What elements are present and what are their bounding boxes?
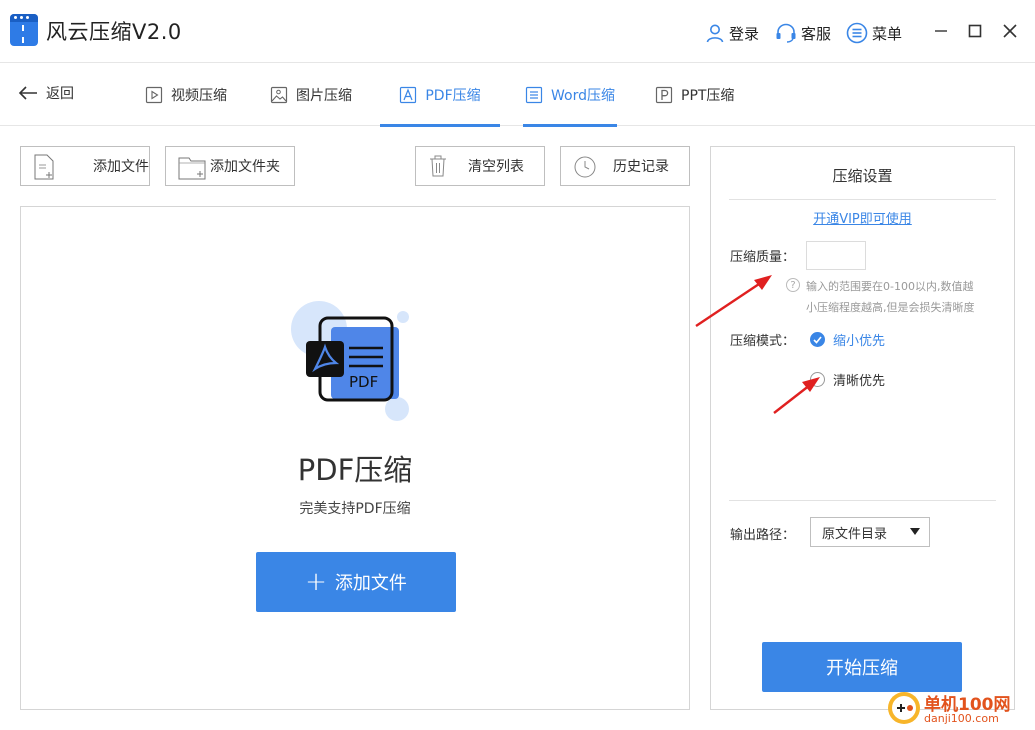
radio-checked-icon (810, 332, 825, 347)
word-icon (525, 86, 543, 103)
tab-label: PDF压缩 (425, 87, 481, 104)
active-tab-underline (523, 124, 617, 127)
mode-label-text: 缩小优先 (833, 334, 886, 349)
minimize-button[interactable] (930, 20, 952, 42)
add-file-big-button[interactable]: + 添加文件 (256, 552, 456, 612)
file-add-icon (34, 154, 54, 180)
file-drop-area[interactable]: PDF PDF压缩 完美支持PDF压缩 + 添加文件 (20, 206, 690, 710)
user-icon (706, 24, 724, 43)
headset-icon (776, 23, 796, 43)
menu-list-icon (846, 22, 868, 44)
tab-video-compress[interactable]: 视频压缩 (145, 63, 227, 126)
radio-unchecked-icon (810, 372, 825, 387)
mode-label-text: 清晰优先 (833, 374, 886, 389)
menu-label: 菜单 (872, 24, 903, 43)
add-file-label: 添加文件 (93, 159, 149, 175)
back-label: 返回 (46, 86, 74, 102)
clear-list-button[interactable]: 清空列表 (415, 146, 545, 186)
arrow-left-icon (18, 86, 37, 100)
menu-button[interactable]: 菜单 (846, 22, 902, 44)
pdf-document-illustration-icon: PDF (291, 301, 409, 421)
minimize-icon (935, 30, 947, 32)
drop-title: PDF压缩 (297, 453, 413, 487)
add-folder-label: 添加文件夹 (210, 159, 280, 175)
add-file-big-label: 添加文件 (334, 573, 407, 594)
output-path-select[interactable]: 原文件目录 (810, 517, 930, 547)
settings-title: 压缩设置 (832, 167, 893, 185)
watermark-logo-icon (888, 692, 920, 724)
ppt-icon (655, 86, 673, 103)
tab-image-compress[interactable]: 图片压缩 (270, 63, 352, 126)
vip-link[interactable]: 开通VIP即可使用 (711, 208, 1014, 227)
login-button[interactable]: 登录 (705, 22, 759, 44)
watermark-line2: danji100.com (924, 712, 999, 725)
add-file-button[interactable]: 添加文件 (20, 146, 150, 186)
close-button[interactable] (999, 20, 1021, 42)
hint-line: 小压缩程度越高,但是会损失清晰度 (806, 301, 975, 314)
folder-add-icon (178, 157, 206, 180)
divider (729, 500, 996, 501)
title-bar: 风云压缩V2.0 登录 客服 菜单 (0, 0, 1035, 62)
image-icon (270, 86, 288, 103)
tab-ppt-compress[interactable]: PPT压缩 (655, 63, 734, 126)
mode-clarity-priority-radio[interactable]: 清晰优先 (810, 370, 885, 389)
maximize-button[interactable] (964, 20, 986, 42)
help-icon: ? (786, 278, 800, 292)
pdf-badge-text: PDF (349, 373, 378, 391)
back-button[interactable]: 返回 (18, 83, 74, 103)
clear-list-label: 清空列表 (468, 159, 524, 175)
divider (729, 199, 996, 200)
clock-icon (574, 156, 596, 178)
history-button[interactable]: 历史记录 (560, 146, 690, 186)
video-icon (145, 86, 163, 103)
add-folder-button[interactable]: 添加文件夹 (165, 146, 295, 186)
hint-line: 输入的范围要在0-100以内,数值越 (806, 280, 974, 293)
nav-bar: 返回 视频压缩 图片压缩 PDF压缩 Word压缩 PPT压缩 (0, 62, 1035, 127)
maximize-icon (968, 24, 982, 38)
close-icon (1003, 24, 1017, 38)
quality-label: 压缩质量： (730, 250, 796, 265)
dropdown-caret-icon (910, 528, 920, 535)
history-label: 历史记录 (613, 159, 669, 175)
quality-hint: 输入的范围要在0-100以内,数值越 小压缩程度越高,但是会损失清晰度 (806, 276, 996, 318)
compress-settings-panel: 压缩设置 开通VIP即可使用 压缩质量： ? 输入的范围要在0-100以内,数值… (710, 146, 1015, 710)
customer-service-button[interactable]: 客服 (775, 22, 831, 44)
tab-pdf-compress[interactable]: PDF压缩 (380, 63, 500, 127)
output-path-label: 输出路径： (730, 528, 796, 543)
tab-label: 图片压缩 (296, 87, 352, 104)
tab-label: Word压缩 (551, 87, 615, 104)
output-path-value: 原文件目录 (822, 526, 888, 542)
active-tab-underline (380, 124, 500, 127)
app-title: 风云压缩V2.0 (46, 20, 182, 44)
start-compress-button[interactable]: 开始压缩 (762, 642, 962, 692)
mode-shrink-priority-radio[interactable]: 缩小优先 (810, 330, 885, 349)
pdf-icon (400, 86, 417, 103)
customer-service-label: 客服 (801, 24, 832, 43)
login-label: 登录 (729, 24, 760, 43)
app-logo-icon (10, 14, 38, 46)
drop-subtitle: 完美支持PDF压缩 (299, 501, 411, 517)
tab-label: PPT压缩 (681, 87, 735, 104)
quality-input[interactable] (806, 241, 866, 270)
site-watermark: 单机100网 danji100.com (886, 690, 1032, 728)
tab-word-compress[interactable]: Word压缩 (523, 63, 617, 127)
plus-icon: + (305, 567, 327, 597)
trash-icon (430, 155, 446, 177)
mode-label: 压缩模式： (730, 334, 796, 349)
tab-label: 视频压缩 (171, 87, 227, 104)
